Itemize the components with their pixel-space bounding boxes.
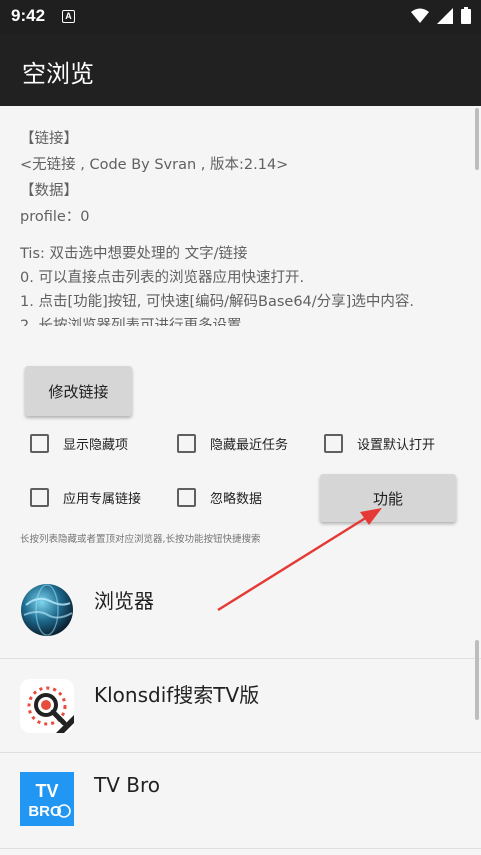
show-hidden-checkbox[interactable]: 显示隐藏项 [30, 434, 128, 453]
app-list-item[interactable]: TV BRO TV Bro [0, 753, 481, 847]
notification-a-icon: A [62, 10, 75, 23]
status-time: 9:42 [11, 6, 46, 25]
globe-icon [21, 584, 73, 636]
tv-bro-icon: TV BRO [20, 772, 74, 826]
modify-link-button[interactable]: 修改链接 [25, 366, 132, 416]
scrollbar[interactable] [475, 108, 479, 170]
checkbox-box[interactable] [177, 434, 196, 453]
ignore-data-checkbox[interactable]: 忽略数据 [177, 488, 262, 507]
battery-icon [461, 7, 471, 24]
app-name: 浏览器 [94, 589, 154, 613]
tip-line: 0. 可以直接点击列表的浏览器应用快速打开. [20, 270, 305, 286]
hint-text: 长按列表隐藏或者置顶对应浏览器,长按功能按钮快捷搜索 [20, 534, 261, 545]
tv-bro-icon-text: BRO [28, 803, 62, 820]
link-header: 【链接】 [20, 131, 78, 147]
set-default-checkbox[interactable]: 设置默认打开 [324, 434, 435, 453]
checkbox-label: 显示隐藏项 [63, 438, 129, 453]
data-value: profile：0 [20, 209, 90, 225]
klonsdif-app-icon [20, 679, 74, 733]
tip-line: Tis: 双击选中想要处理的 文字/链接 [20, 246, 248, 262]
checkbox-label: 设置默认打开 [357, 438, 436, 453]
divider [0, 848, 481, 849]
checkbox-box[interactable] [30, 488, 49, 507]
app-name: TV Bro [94, 773, 160, 797]
app-specific-link-checkbox[interactable]: 应用专属链接 [30, 488, 141, 507]
function-button[interactable]: 功能 [320, 474, 456, 522]
checkbox-box[interactable] [30, 434, 49, 453]
tips-text[interactable]: Tis: 双击选中想要处理的 文字/链接 0. 可以直接点击列表的浏览器应用快速… [20, 242, 470, 326]
status-bar: 9:42 A [0, 0, 481, 34]
app-bar: 空浏览 [0, 34, 481, 106]
app-list-item[interactable]: 浏览器 [0, 565, 481, 659]
checkbox-box[interactable] [177, 488, 196, 507]
app-list-item[interactable]: Klonsdif搜索TV版 [0, 659, 481, 753]
tip-line: 1. 点击[功能]按钮, 可快速[编码/解码Base64/分享]选中内容. [20, 294, 414, 310]
wifi-icon [411, 8, 429, 23]
link-value: <无链接 , Code By Svran , 版本:2.14> [20, 157, 289, 173]
checkbox-label: 应用专属链接 [63, 492, 142, 507]
tip-line: 2. 长按浏览器列表可进行更多设置. [20, 318, 247, 326]
checkbox-label: 忽略数据 [210, 492, 263, 507]
signal-icon [437, 7, 453, 24]
checkbox-label: 隐藏最近任务 [210, 438, 289, 453]
info-panel[interactable]: 【链接】 <无链接 , Code By Svran , 版本:2.14> 【数据… [20, 126, 470, 230]
hide-recent-checkbox[interactable]: 隐藏最近任务 [177, 434, 288, 453]
page-title: 空浏览 [22, 60, 94, 88]
list-scrollbar[interactable] [475, 640, 479, 720]
checkbox-box[interactable] [324, 434, 343, 453]
data-header: 【数据】 [20, 183, 78, 199]
app-name: Klonsdif搜索TV版 [94, 683, 260, 707]
tv-bro-icon-text: TV [35, 781, 58, 801]
